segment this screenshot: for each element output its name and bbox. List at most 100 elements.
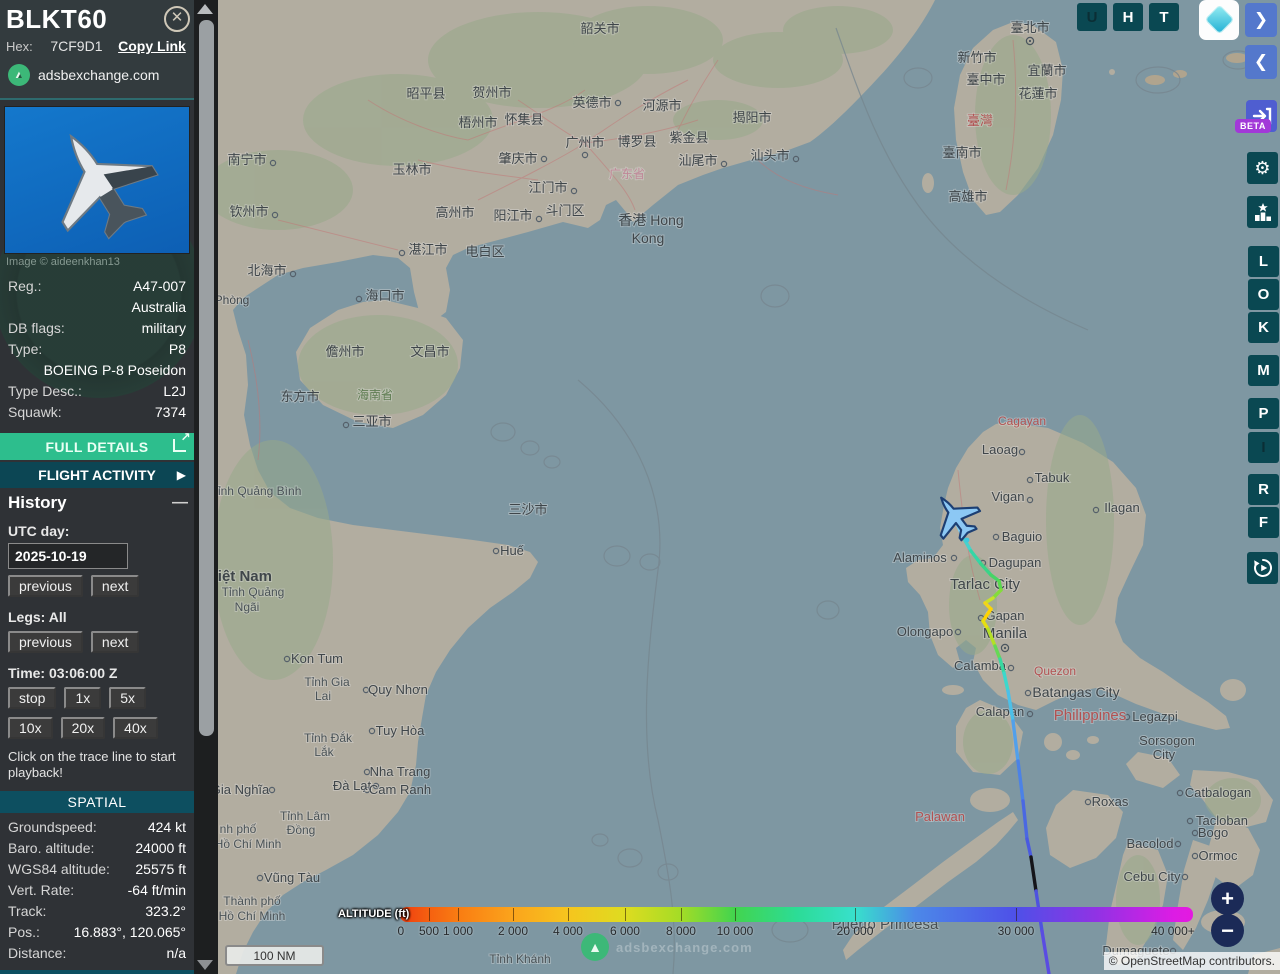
zoom-out-button[interactable]: − — [1211, 914, 1244, 947]
map-label: Kon Tum — [291, 651, 343, 666]
toggle-t-button[interactable]: T — [1149, 3, 1179, 31]
map-label: 博罗县 — [617, 134, 656, 149]
speed-1x-button[interactable]: 1x — [64, 687, 101, 709]
leg-button-row: previous next — [0, 627, 194, 657]
map-label: Gia Nghĩa — [218, 782, 270, 797]
capital-dot-center — [1029, 40, 1031, 42]
shortcut-l-button[interactable]: L — [1248, 246, 1279, 277]
playback-speed-row-1: stop 1x 5x — [0, 683, 194, 713]
info-row-label: Type Desc.: — [8, 381, 82, 402]
map-label: Ngãi — [235, 600, 260, 614]
info-row: Type Desc.:L2J — [8, 381, 186, 402]
spatial-row: Groundspeed:424 kt — [8, 817, 186, 838]
day-previous-button[interactable]: previous — [8, 575, 83, 597]
shortcut-r-button[interactable]: R — [1248, 474, 1279, 505]
legend-tick-label: 10 000 — [717, 924, 754, 938]
speed-20x-button[interactable]: 20x — [61, 717, 106, 739]
info-row-value: BOEING P-8 Poseidon — [44, 360, 186, 381]
zoom-in-button[interactable]: + — [1211, 882, 1244, 915]
shortcut-f-button[interactable]: F — [1248, 507, 1279, 538]
shortcut-i-button[interactable]: I — [1248, 432, 1279, 463]
speed-stop-button[interactable]: stop — [8, 687, 56, 709]
replay-button[interactable] — [1247, 552, 1278, 584]
map-label: 儋州市 — [325, 344, 364, 359]
shortcut-m-button[interactable]: M — [1248, 355, 1279, 386]
panel-header: BLKT60 ✕ Hex: 7CF9D1 Copy Link adsbexcha… — [0, 0, 194, 100]
map-label: 阳江市 — [493, 208, 532, 223]
spatial-row-value: 16.883°, 120.065° — [74, 922, 186, 943]
adsbexchange-map-logo-icon — [581, 933, 609, 961]
copy-link[interactable]: Copy Link — [118, 38, 186, 54]
spatial-row: Distance:n/a — [8, 943, 186, 964]
shortcut-p-button[interactable]: P — [1248, 398, 1279, 429]
spatial-row-value: 25575 ft — [135, 859, 186, 880]
speed-40x-button[interactable]: 40x — [113, 717, 158, 739]
map-canvas[interactable]: 韶关市昭平县贺州市英德市河源市揭阳市梧州市怀集县紫金县广州市博罗县汕头市汕尾市肇… — [218, 0, 1280, 974]
layers-button[interactable] — [1199, 0, 1239, 40]
legend-tick-label: 6 000 — [610, 924, 640, 938]
info-row: Type:P8 — [8, 339, 186, 360]
map-label: 新竹市 — [957, 50, 996, 65]
map-label: Dagupan — [989, 555, 1042, 570]
map-label: Roxas — [1092, 794, 1129, 809]
capital-dot-center — [1004, 647, 1006, 649]
aircraft-photo[interactable] — [4, 106, 190, 254]
map-label: Quy Nhơn — [368, 682, 428, 697]
scrollbar-thumb[interactable] — [199, 20, 214, 736]
map-label: Cagayan — [998, 414, 1046, 428]
toggle-u-button[interactable]: U — [1077, 3, 1107, 31]
map-label: 揭阳市 — [732, 110, 771, 125]
map-label: 紫金县 — [669, 130, 708, 145]
map-label: Tỉnh Khánh — [489, 952, 550, 966]
legend-tick-label: 2 000 — [498, 924, 528, 938]
panel-scrollbar[interactable] — [194, 0, 218, 974]
map-label: Laoag — [982, 442, 1018, 457]
leg-next-button[interactable]: next — [91, 631, 139, 653]
map-label: 河源市 — [642, 98, 681, 113]
spatial-row: Baro. altitude:24000 ft — [8, 838, 186, 859]
spatial-header: SPATIAL — [0, 791, 194, 813]
aircraft-info-panel: BLKT60 ✕ Hex: 7CF9D1 Copy Link adsbexcha… — [0, 0, 194, 974]
spatial-row-value: -64 ft/min — [128, 880, 186, 901]
legend-tick — [1016, 908, 1017, 921]
speed-5x-button[interactable]: 5x — [109, 687, 146, 709]
map-label: 臺灣 — [967, 113, 993, 128]
map-label: 东方市 — [280, 389, 319, 404]
legend-tick — [681, 908, 682, 921]
full-details-label: FULL DETAILS — [45, 439, 148, 455]
shortcut-o-button[interactable]: O — [1248, 279, 1279, 310]
time-label: Time: 03:06:00 Z — [0, 657, 194, 683]
shortcut-k-button[interactable]: K — [1248, 312, 1279, 343]
day-next-button[interactable]: next — [91, 575, 139, 597]
map-label: Ilagan — [1104, 500, 1139, 515]
utc-day-input[interactable] — [8, 543, 128, 569]
aircraft-photo-plane — [4, 109, 190, 254]
toggle-h-button[interactable]: H — [1113, 3, 1143, 31]
collapse-icon[interactable]: — — [172, 494, 186, 512]
scroll-up-icon[interactable] — [197, 4, 213, 14]
scroll-down-icon[interactable] — [197, 960, 213, 970]
playback-hint: Click on the trace line to start playbac… — [0, 743, 194, 787]
sidebar-collapse-button[interactable]: ❮ — [1245, 45, 1277, 79]
legend-tick-label: 0 — [397, 924, 404, 938]
spatial-row-label: Vert. Rate: — [8, 880, 74, 901]
altitude-legend-bar[interactable] — [400, 907, 1193, 922]
info-row: Reg.:A47-007 — [8, 276, 186, 297]
map-label: Bogo — [1198, 825, 1228, 840]
map-label: Đà Lạt — [333, 778, 372, 793]
close-icon[interactable]: ✕ — [164, 6, 190, 32]
image-credit: Image © aideenkhan13 — [0, 254, 194, 272]
leaderboard-button[interactable] — [1247, 196, 1278, 228]
sidebar-expand-button[interactable]: ❯ — [1245, 3, 1277, 37]
legend-tick — [735, 908, 736, 921]
leg-previous-button[interactable]: previous — [8, 631, 83, 653]
osm-attribution[interactable]: © OpenStreetMap contributors. — [1104, 952, 1280, 970]
full-details-button[interactable]: FULL DETAILS — [0, 433, 194, 460]
settings-button[interactable]: ⚙︎ — [1247, 152, 1278, 184]
map-label: Olongapo — [897, 624, 953, 639]
legend-tick-label: 20 000 — [837, 924, 874, 938]
flight-activity-button[interactable]: FLIGHT ACTIVITY ▶ — [0, 462, 194, 488]
layers-icon — [1205, 5, 1235, 35]
speed-10x-button[interactable]: 10x — [8, 717, 53, 739]
map-label: Cam Ranh — [369, 782, 431, 797]
